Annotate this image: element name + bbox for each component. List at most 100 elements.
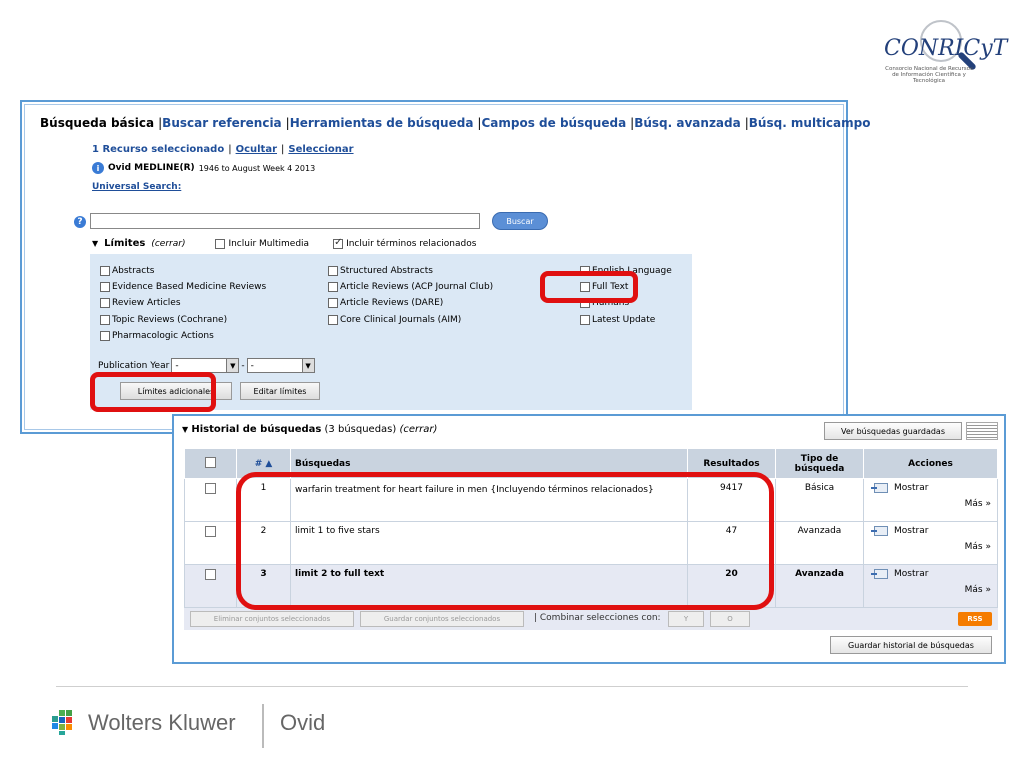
delete-selected-button[interactable]: Eliminar conjuntos seleccionados: [190, 611, 354, 627]
history-title-text[interactable]: Historial de búsquedas: [191, 424, 321, 435]
multimedia-label: Incluir Multimedia: [228, 238, 310, 249]
select-link[interactable]: Seleccionar: [288, 144, 353, 155]
limit-latest-update[interactable]: Latest Update: [580, 315, 655, 325]
tab-basic-search[interactable]: Búsqueda básica: [40, 116, 154, 130]
publication-year-label: Publication Year: [98, 360, 170, 371]
display-icon[interactable]: [871, 569, 888, 579]
limit-label: Abstracts: [112, 266, 155, 276]
display-icon[interactable]: [871, 483, 888, 493]
limits-close-link[interactable]: (cerrar): [151, 239, 185, 249]
related-terms-checkbox[interactable]: [333, 237, 344, 249]
wolters-kluwer-logo-icon: [49, 707, 79, 737]
collapse-triangle-icon[interactable]: ▼: [92, 239, 98, 248]
type-column-header: Tipo de búsqueda: [775, 448, 864, 479]
view-saved-searches-button[interactable]: Ver búsquedas guardadas: [824, 422, 962, 440]
limit-checkbox[interactable]: [100, 331, 110, 341]
tab-advanced-search[interactable]: Búsq. avanzada: [634, 116, 741, 130]
limit-topic-reviews[interactable]: Topic Reviews (Cochrane): [100, 315, 227, 325]
database-name: Ovid MEDLINE(R): [108, 163, 195, 173]
year-to-select[interactable]: - ▼: [246, 358, 315, 373]
chevron-down-icon[interactable]: ▼: [226, 359, 239, 372]
search-button[interactable]: Buscar: [492, 212, 548, 230]
row-type: Básica: [775, 478, 864, 522]
limit-checkbox[interactable]: [328, 298, 338, 308]
history-rows-highlight: [236, 472, 774, 610]
limit-structured-abstracts[interactable]: Structured Abstracts: [328, 266, 433, 276]
limit-label: Core Clinical Journals (AIM): [340, 315, 462, 325]
include-multimedia-option[interactable]: Incluir Multimedia: [215, 238, 310, 249]
include-related-terms-option[interactable]: Incluir términos relacionados: [333, 237, 477, 249]
combine-and-button[interactable]: Y: [668, 611, 704, 627]
history-title: ▼ Historial de búsquedas (3 búsquedas) (…: [182, 424, 437, 435]
additional-limits-highlight: [90, 372, 216, 412]
limits-title[interactable]: Límites: [104, 238, 145, 249]
limit-evidence-based[interactable]: Evidence Based Medicine Reviews: [100, 282, 266, 292]
limit-checkbox[interactable]: [328, 315, 338, 325]
resource-count: 1 Recurso seleccionado: [92, 144, 225, 155]
rss-icon[interactable]: RSS: [958, 612, 992, 626]
show-link[interactable]: Mostrar: [894, 569, 928, 579]
display-icon[interactable]: [871, 526, 888, 536]
multimedia-checkbox[interactable]: [215, 238, 226, 249]
show-link[interactable]: Mostrar: [894, 483, 928, 493]
tab-multi-field-search[interactable]: Búsq. multicampo: [749, 116, 871, 130]
hide-link[interactable]: Ocultar: [236, 144, 277, 155]
more-link[interactable]: Más »: [868, 542, 993, 552]
year-from-select[interactable]: - ▼: [171, 358, 240, 373]
limit-checkbox[interactable]: [100, 298, 110, 308]
tab-search-tools[interactable]: Herramientas de búsqueda: [290, 116, 474, 130]
footer-divider: [56, 686, 968, 687]
more-link[interactable]: Más »: [868, 585, 993, 595]
ovid-brand: Ovid: [280, 710, 326, 735]
show-link[interactable]: Mostrar: [894, 526, 928, 536]
info-icon[interactable]: i: [92, 162, 104, 174]
limits-header: ▼ Límites (cerrar) Incluir Multimedia In…: [92, 237, 477, 250]
limit-checkbox[interactable]: [328, 282, 338, 292]
row-type: Avanzada: [775, 564, 864, 608]
limit-core-clinical[interactable]: Core Clinical Journals (AIM): [328, 315, 461, 325]
actions-column-header: Acciones: [863, 448, 998, 479]
limit-abstracts[interactable]: Abstracts: [100, 266, 154, 276]
tab-search-fields[interactable]: Campos de búsqueda: [481, 116, 626, 130]
limit-checkbox[interactable]: [328, 266, 338, 276]
brand-divider: [262, 704, 264, 748]
universal-search-link[interactable]: Universal Search:: [92, 182, 181, 192]
logo-name: CONRICyT: [884, 36, 1008, 61]
limit-label: Article Reviews (DARE): [340, 298, 444, 308]
limit-label: Latest Update: [592, 315, 656, 325]
save-search-history-button[interactable]: Guardar historial de búsquedas: [830, 636, 992, 654]
history-count: (3 búsquedas): [324, 424, 397, 435]
edit-limits-button[interactable]: Editar límites: [240, 382, 320, 400]
database-line: i Ovid MEDLINE(R) 1946 to August Week 4 …: [92, 162, 315, 174]
history-close-link[interactable]: (cerrar): [399, 424, 437, 435]
select-all-checkbox[interactable]: [205, 456, 216, 468]
limit-checkbox[interactable]: [100, 315, 110, 325]
logo-subtitle: Consorcio Nacional de Recursos de Inform…: [885, 66, 973, 84]
related-terms-label: Incluir términos relacionados: [346, 238, 477, 249]
limit-checkbox[interactable]: [580, 315, 590, 325]
limit-review-articles[interactable]: Review Articles: [100, 298, 181, 308]
resize-grip-icon[interactable]: [966, 422, 998, 440]
search-input[interactable]: [90, 213, 480, 229]
row-checkbox[interactable]: [205, 483, 216, 494]
limit-checkbox[interactable]: [100, 266, 110, 276]
limit-pharmacologic-actions[interactable]: Pharmacologic Actions: [100, 331, 214, 341]
combine-or-button[interactable]: O: [710, 611, 750, 627]
row-checkbox[interactable]: [205, 526, 216, 537]
limit-label: Evidence Based Medicine Reviews: [112, 282, 267, 292]
limit-dare[interactable]: Article Reviews (DARE): [328, 298, 443, 308]
publication-year: Publication Year - ▼ - - ▼: [98, 358, 315, 373]
limit-label: Review Articles: [112, 298, 181, 308]
row-checkbox[interactable]: [205, 569, 216, 580]
save-selected-button[interactable]: Guardar conjuntos seleccionados: [360, 611, 524, 627]
help-icon[interactable]: ?: [74, 216, 86, 228]
collapse-triangle-icon[interactable]: ▼: [182, 425, 188, 434]
more-link[interactable]: Más »: [868, 499, 993, 509]
limit-checkbox[interactable]: [100, 282, 110, 292]
year-to-value: -: [250, 360, 254, 371]
limit-label: Pharmacologic Actions: [112, 331, 214, 341]
wolters-kluwer-brand: Wolters Kluwer: [88, 710, 236, 735]
tab-find-citation[interactable]: Buscar referencia: [162, 116, 281, 130]
limit-acp-journal-club[interactable]: Article Reviews (ACP Journal Club): [328, 282, 493, 292]
chevron-down-icon[interactable]: ▼: [301, 359, 314, 372]
